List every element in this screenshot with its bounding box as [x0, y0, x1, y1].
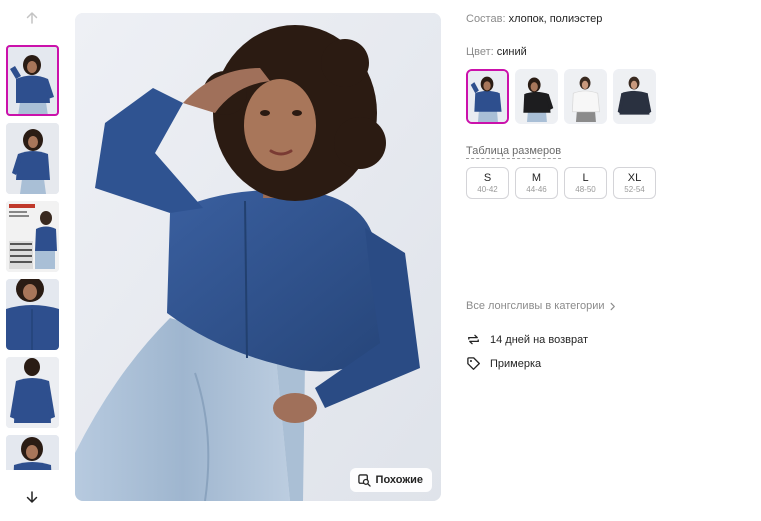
composition-value: хлопок, полиэстер — [508, 13, 603, 25]
size-options: S 40-42 M 44-46 L 48-50 XL 52-54 — [466, 167, 656, 199]
color-swatch-navy[interactable] — [613, 69, 656, 124]
color-swatch-white[interactable] — [564, 69, 607, 124]
thumbnail-model-front[interactable] — [6, 45, 59, 116]
category-link-label: Все лонгсливы в категории — [466, 300, 605, 312]
color-swatch-black[interactable] — [515, 69, 558, 124]
color-label: Цвет: — [466, 46, 494, 58]
size-name: M — [531, 172, 542, 184]
color-line: Цвет: синий — [466, 46, 527, 58]
color-swatch-blue[interactable] — [466, 69, 509, 124]
fitting-label: Примерка — [490, 357, 542, 370]
similar-search-icon — [357, 473, 371, 487]
size-range: 48-50 — [575, 185, 596, 194]
composition-label: Состав: — [466, 13, 506, 25]
gallery-up-button[interactable] — [22, 8, 42, 28]
arrow-down-icon — [26, 491, 38, 503]
size-table-link[interactable]: Таблица размеров — [466, 145, 562, 159]
size-range: 44-46 — [526, 185, 547, 194]
size-option-l[interactable]: L 48-50 — [564, 167, 607, 199]
size-name: S — [483, 172, 492, 184]
thumbnail-list — [6, 45, 59, 470]
return-arrows-icon — [468, 334, 479, 345]
category-link[interactable]: Все лонгсливы в категории — [466, 300, 617, 312]
size-option-xl[interactable]: XL 52-54 — [613, 167, 656, 199]
fitting-item: Примерка — [466, 356, 541, 371]
model-photo-illustration — [75, 13, 441, 501]
composition-line: Состав: хлопок, полиэстер — [466, 13, 602, 25]
return-policy-label: 14 дней на возврат — [490, 333, 588, 346]
color-swatches — [466, 69, 656, 124]
size-name: XL — [627, 172, 642, 184]
main-product-photo[interactable]: Похожие — [75, 13, 441, 501]
color-value: синий — [496, 46, 527, 58]
size-range: 40-42 — [477, 185, 498, 194]
gallery-down-button[interactable] — [22, 487, 42, 507]
thumbnail-size-chart[interactable] — [6, 201, 59, 272]
thumbnail-model-side[interactable] — [6, 123, 59, 194]
return-policy-item: 14 дней на возврат — [466, 332, 588, 347]
chevron-right-icon — [610, 302, 615, 310]
similar-button-label: Похожие — [375, 474, 423, 486]
size-option-m[interactable]: M 44-46 — [515, 167, 558, 199]
thumbnail-model-cropped[interactable] — [6, 435, 59, 470]
arrow-up-icon — [26, 12, 38, 24]
size-option-s[interactable]: S 40-42 — [466, 167, 509, 199]
size-range: 52-54 — [624, 185, 645, 194]
thumbnail-detail[interactable] — [6, 279, 59, 350]
size-name: L — [582, 172, 589, 184]
tag-icon — [467, 357, 480, 370]
thumbnail-back-view[interactable] — [6, 357, 59, 428]
similar-products-button[interactable]: Похожие — [349, 468, 432, 492]
